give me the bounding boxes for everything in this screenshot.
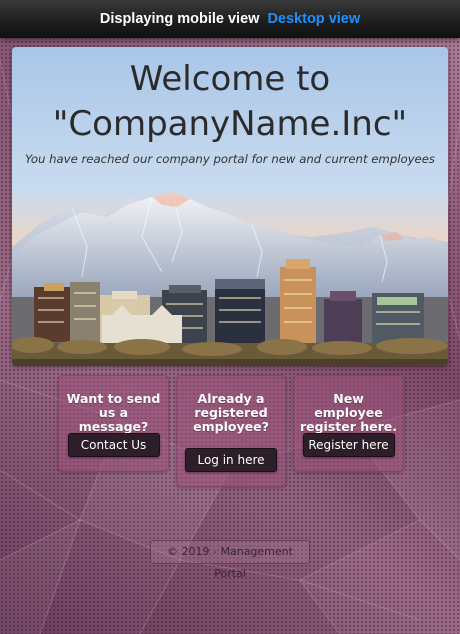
contact-us-button[interactable]: Contact Us xyxy=(67,433,160,457)
log-in-button[interactable]: Log in here xyxy=(185,448,277,472)
register-card: New employee register here. Register her… xyxy=(293,375,404,472)
footer-copyright: © 2019 - Management Portal xyxy=(150,540,310,580)
desktop-view-link[interactable]: Desktop view xyxy=(267,11,360,27)
contact-card: Want to send us a message? Contact Us xyxy=(58,375,169,472)
login-card: Already a registered employee? Log in he… xyxy=(176,375,286,487)
view-mode-bar: Displaying mobile view Desktop view xyxy=(0,0,460,38)
hero-title-line-2: "CompanyName.Inc" xyxy=(52,104,408,144)
hero-subtitle: You have reached our company portal for … xyxy=(24,152,436,166)
mobile-view-label: Displaying mobile view xyxy=(99,11,260,27)
hero-banner: Welcome to "CompanyName.Inc" You have re… xyxy=(12,47,448,366)
register-card-text: New employee register here. xyxy=(299,391,398,434)
login-card-text: Already a registered employee? xyxy=(193,391,269,434)
hero-title-line-1: Welcome to xyxy=(129,59,331,99)
contact-card-text: Want to send us a message? xyxy=(66,391,161,434)
register-button[interactable]: Register here xyxy=(302,433,395,457)
